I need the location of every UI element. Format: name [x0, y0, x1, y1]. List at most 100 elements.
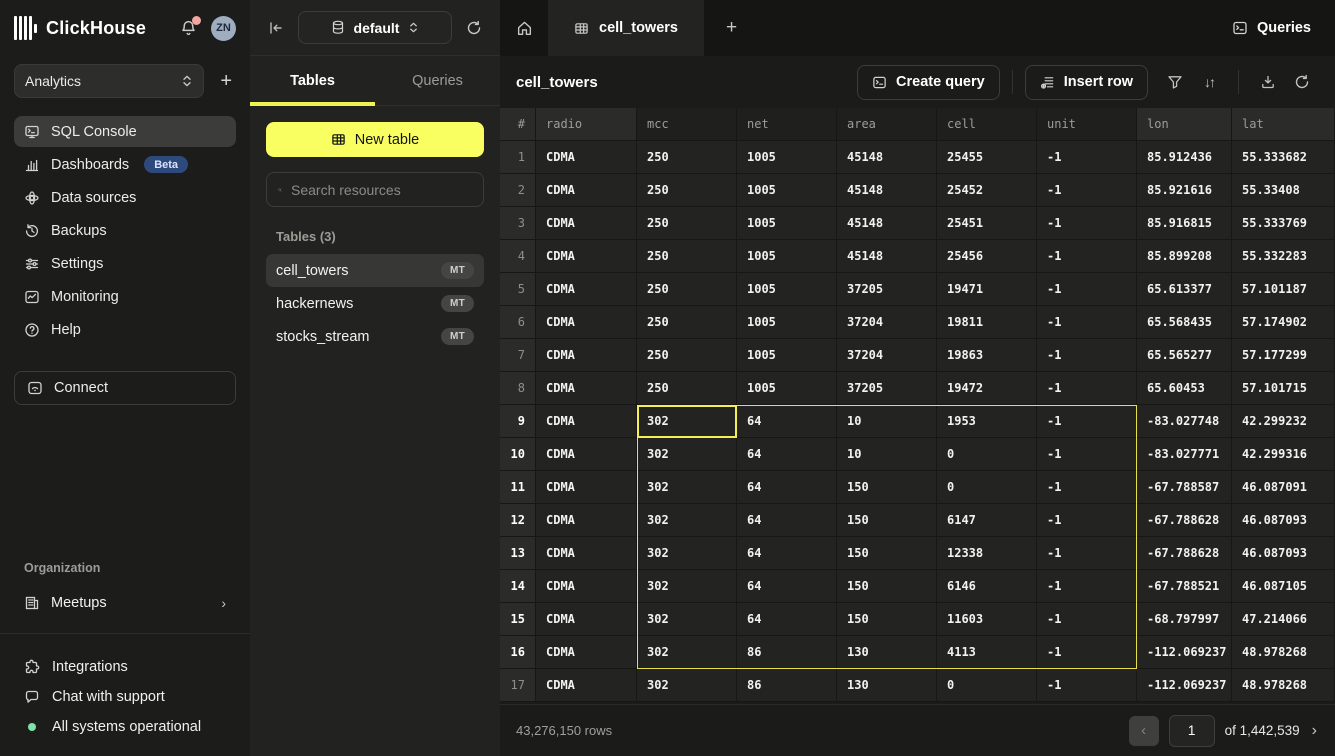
grid-cell[interactable]: 150	[837, 570, 937, 603]
sort-button[interactable]: ↓↑	[1192, 65, 1226, 99]
row-number[interactable]: 9	[500, 405, 536, 438]
grid-cell[interactable]: -1	[1037, 636, 1137, 669]
grid-cell[interactable]: 45148	[837, 141, 937, 174]
column-header-lat[interactable]: lat	[1232, 108, 1335, 141]
grid-cell[interactable]: 130	[837, 636, 937, 669]
grid-cell[interactable]: -1	[1037, 603, 1137, 636]
avatar[interactable]: ZN	[211, 16, 236, 41]
grid-cell[interactable]: 302	[637, 603, 737, 636]
table-list-item-hackernews[interactable]: hackernewsMT	[266, 287, 484, 320]
tab-tables[interactable]: Tables	[250, 56, 375, 105]
grid-cell[interactable]: 250	[637, 207, 737, 240]
grid-cell[interactable]: CDMA	[536, 471, 637, 504]
grid-cell[interactable]: 12338	[937, 537, 1037, 570]
column-header-net[interactable]: net	[737, 108, 837, 141]
grid-cell[interactable]: CDMA	[536, 141, 637, 174]
row-number[interactable]: 4	[500, 240, 536, 273]
grid-cell[interactable]: 65.60453	[1137, 372, 1232, 405]
row-number[interactable]: 12	[500, 504, 536, 537]
grid-cell[interactable]: 64	[737, 603, 837, 636]
grid-cell[interactable]: -1	[1037, 570, 1137, 603]
grid-cell[interactable]: CDMA	[536, 405, 637, 438]
row-number[interactable]: 1	[500, 141, 536, 174]
grid-cell[interactable]: 1005	[737, 306, 837, 339]
collapse-panel-button[interactable]	[268, 21, 284, 35]
new-tab-button[interactable]: +	[704, 0, 759, 56]
grid-cell[interactable]: 37204	[837, 306, 937, 339]
row-number[interactable]: 10	[500, 438, 536, 471]
sidebar-item-dashboards[interactable]: DashboardsBeta	[14, 149, 236, 180]
grid-cell[interactable]: -112.069237	[1137, 636, 1232, 669]
grid-cell[interactable]: 150	[837, 471, 937, 504]
grid-cell[interactable]: -1	[1037, 207, 1137, 240]
grid-cell[interactable]: 0	[937, 438, 1037, 471]
grid-cell[interactable]: 6147	[937, 504, 1037, 537]
filter-button[interactable]	[1158, 65, 1192, 99]
grid-cell[interactable]: -68.797997	[1137, 603, 1232, 636]
sidebar-item-settings[interactable]: Settings	[14, 248, 236, 279]
grid-cell[interactable]: 57.177299	[1232, 339, 1335, 372]
row-number[interactable]: 16	[500, 636, 536, 669]
grid-cell[interactable]: 46.087105	[1232, 570, 1335, 603]
grid-cell[interactable]: -1	[1037, 306, 1137, 339]
grid-cell[interactable]: 302	[637, 537, 737, 570]
grid-cell[interactable]: -1	[1037, 141, 1137, 174]
grid-cell[interactable]: CDMA	[536, 669, 637, 702]
sidebar-item-sql-console[interactable]: SQL Console	[14, 116, 236, 147]
column-header-lon[interactable]: lon	[1137, 108, 1232, 141]
grid-cell[interactable]: CDMA	[536, 273, 637, 306]
grid-cell[interactable]: -67.788587	[1137, 471, 1232, 504]
grid-cell[interactable]: CDMA	[536, 636, 637, 669]
grid-cell[interactable]: -112.069237	[1137, 669, 1232, 702]
grid-cell[interactable]: 48.978268	[1232, 636, 1335, 669]
queries-button[interactable]: Queries	[1208, 0, 1335, 56]
connect-button[interactable]: Connect	[14, 371, 236, 405]
grid-cell[interactable]: 1005	[737, 141, 837, 174]
grid-cell[interactable]: -1	[1037, 273, 1137, 306]
column-header-unit[interactable]: unit	[1037, 108, 1137, 141]
page-input[interactable]	[1169, 715, 1215, 747]
grid-cell[interactable]: -1	[1037, 537, 1137, 570]
grid-cell[interactable]: 37205	[837, 273, 937, 306]
grid-cell[interactable]: 0	[937, 669, 1037, 702]
grid-cell[interactable]: 19472	[937, 372, 1037, 405]
sidebar-item-data-sources[interactable]: Data sources	[14, 182, 236, 213]
grid-cell[interactable]: 6146	[937, 570, 1037, 603]
grid-cell[interactable]: -1	[1037, 174, 1137, 207]
sidebar-item-help[interactable]: Help	[14, 314, 236, 345]
grid-cell[interactable]: 64	[737, 438, 837, 471]
prev-page-button[interactable]: ‹	[1129, 716, 1159, 746]
grid-cell[interactable]: CDMA	[536, 174, 637, 207]
grid-cell[interactable]: 85.921616	[1137, 174, 1232, 207]
grid-cell[interactable]: 250	[637, 372, 737, 405]
grid-cell[interactable]: 85.912436	[1137, 141, 1232, 174]
sidebar-item-chat-support[interactable]: Chat with support	[0, 682, 250, 712]
grid-cell[interactable]: CDMA	[536, 372, 637, 405]
row-number[interactable]: 13	[500, 537, 536, 570]
row-number[interactable]: 5	[500, 273, 536, 306]
row-number[interactable]: 15	[500, 603, 536, 636]
workspace-selector[interactable]: Analytics	[14, 64, 204, 98]
row-number[interactable]: 14	[500, 570, 536, 603]
grid-cell[interactable]: 25455	[937, 141, 1037, 174]
grid-cell[interactable]: 130	[837, 669, 937, 702]
grid-cell[interactable]: -83.027748	[1137, 405, 1232, 438]
grid-cell[interactable]: -67.788521	[1137, 570, 1232, 603]
grid-cell[interactable]: 45148	[837, 174, 937, 207]
grid-cell[interactable]: 55.33408	[1232, 174, 1335, 207]
row-number[interactable]: 6	[500, 306, 536, 339]
system-status[interactable]: All systems operational	[0, 712, 250, 742]
grid-cell[interactable]: 1005	[737, 372, 837, 405]
grid-cell[interactable]: 65.565277	[1137, 339, 1232, 372]
grid-cell[interactable]: CDMA	[536, 306, 637, 339]
grid-cell[interactable]: 19811	[937, 306, 1037, 339]
grid-cell[interactable]: 64	[737, 471, 837, 504]
grid-cell[interactable]: 0	[937, 471, 1037, 504]
grid-cell[interactable]: 45148	[837, 207, 937, 240]
refresh-grid-button[interactable]	[1285, 65, 1319, 99]
grid-cell[interactable]: 302	[637, 636, 737, 669]
grid-cell[interactable]: 150	[837, 537, 937, 570]
sidebar-item-backups[interactable]: Backups	[14, 215, 236, 246]
grid-cell[interactable]: 64	[737, 537, 837, 570]
grid-cell[interactable]: -1	[1037, 471, 1137, 504]
